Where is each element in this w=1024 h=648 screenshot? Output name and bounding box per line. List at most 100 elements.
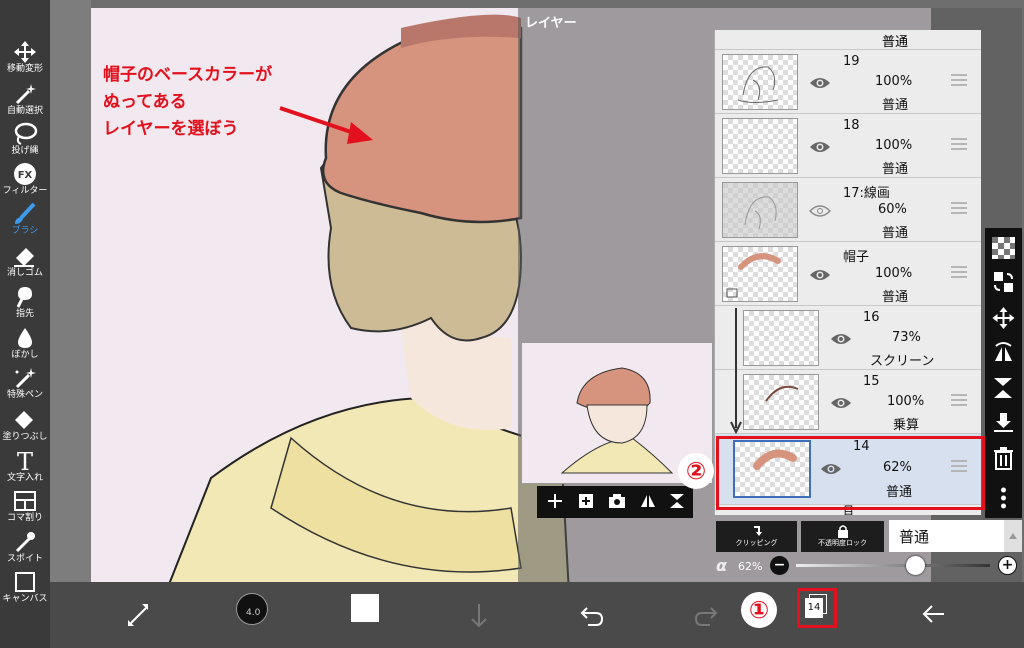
layer-opacity: 60% [878, 202, 907, 217]
tool-label: 自動選択 [6, 106, 43, 116]
alpha-symbol: α [716, 556, 727, 575]
flip-vertical-icon[interactable] [991, 376, 1016, 400]
step-marker-2: ② [678, 453, 714, 489]
flip-vertical-icon[interactable] [667, 492, 687, 510]
tool-label: 移動変形 [6, 64, 43, 74]
drag-handle-icon[interactable] [951, 74, 967, 86]
annotation-arrow [279, 106, 373, 144]
tool-finger[interactable]: 指先 [0, 281, 50, 323]
transform-tool-icon[interactable] [124, 594, 152, 634]
eye-icon[interactable] [809, 76, 831, 90]
tool-text[interactable]: T 文字入れ [0, 445, 50, 487]
download-arrow-icon[interactable] [468, 594, 490, 634]
layer-blend-mode: 普通 [882, 162, 909, 177]
opacity-decrease-button[interactable]: − [770, 556, 789, 575]
layer-row[interactable]: 16 73% スクリーン [715, 306, 981, 370]
layer-folder-row[interactable]: 帽子 100% 普通 [715, 242, 981, 306]
tool-label: キャンバス [2, 594, 48, 604]
layer-opacity: 100% [875, 74, 913, 89]
layer-row[interactable]: 17:線画 60% 普通 [715, 178, 981, 242]
annotation-line-3: レイヤーを選ぼう [103, 119, 239, 139]
tool-label: 文字入れ [6, 473, 43, 483]
layers-button[interactable]: 14 [805, 594, 829, 620]
alpha-lock-button[interactable]: 不透明度ロック [801, 521, 884, 552]
tool-frame-divider[interactable]: コマ割り [0, 485, 50, 527]
tool-blur[interactable]: ぼかし [0, 322, 50, 364]
drag-handle-icon[interactable] [951, 138, 967, 150]
layer-name: 15 [863, 374, 880, 389]
navigator-toolbar [537, 486, 693, 518]
tool-brush[interactable]: ブラシ [0, 198, 50, 240]
tool-canvas[interactable]: キャンバス [0, 566, 50, 608]
tool-label: 投げ縄 [11, 146, 39, 156]
layer-name: 帽子 [843, 250, 870, 265]
more-vertical-icon[interactable] [991, 486, 1016, 510]
tool-lasso[interactable]: 投げ縄 [0, 118, 50, 160]
frame-divider-icon [14, 491, 36, 511]
magic-wand-icon [15, 84, 36, 105]
opacity-increase-button[interactable]: + [998, 556, 1017, 575]
tool-label: 指先 [15, 309, 34, 319]
camera-icon[interactable] [607, 492, 627, 510]
brush-icon [15, 202, 36, 224]
layer-copy-icon[interactable] [991, 270, 1016, 294]
checkerboard-icon[interactable] [991, 236, 1016, 260]
opacity-slider[interactable] [796, 564, 990, 567]
dropdown-arrow[interactable] [1004, 520, 1022, 552]
layer-row[interactable]: 15 100% 乗算 [715, 370, 981, 434]
clipping-bracket [730, 308, 742, 435]
eye-icon[interactable] [809, 204, 831, 218]
flip-horizontal-icon[interactable] [638, 492, 658, 510]
eye-icon[interactable] [830, 332, 852, 346]
eye-icon[interactable] [809, 140, 831, 154]
tool-eyedropper[interactable]: スポイト [0, 526, 50, 568]
annotation-line-2: ぬってある [103, 92, 187, 112]
tool-special-pen[interactable]: 特殊ペン [0, 362, 50, 404]
layer-opacity: 100% [875, 266, 913, 281]
drag-handle-icon[interactable] [951, 202, 967, 214]
layer-name: 16 [863, 310, 880, 325]
tool-move-transform[interactable]: 移動変形 [0, 36, 50, 78]
layer-row[interactable]: 18 100% 普通 [715, 114, 981, 178]
undo-icon[interactable] [579, 594, 605, 634]
move-icon [14, 41, 36, 63]
tool-label: ブラシ [11, 226, 39, 236]
selected-layer-highlight [716, 436, 985, 510]
layer-thumbnail [722, 182, 798, 238]
layer-name: 18 [843, 118, 860, 133]
clipping-button[interactable]: クリッピング [716, 521, 797, 552]
eye-icon[interactable] [830, 396, 852, 410]
layer-row-partial[interactable]: 普通 [715, 30, 981, 50]
color-swatch[interactable] [351, 594, 379, 622]
brush-size-button[interactable]: 4.0 [236, 593, 268, 625]
drag-handle-icon[interactable] [951, 394, 967, 406]
move-icon[interactable] [991, 306, 1016, 330]
svg-text:T: T [17, 449, 33, 473]
layer-thumbnail [722, 54, 798, 110]
tool-fill[interactable]: 塗りつぶし [0, 404, 50, 446]
merge-down-icon[interactable] [991, 411, 1016, 435]
redo-icon[interactable] [693, 594, 719, 634]
layers-icon: 14 [805, 598, 823, 618]
tool-filter[interactable]: FX フィルター [0, 158, 50, 200]
annotation-line-1: 帽子のベースカラーが [103, 65, 273, 85]
drag-handle-icon[interactable] [951, 266, 967, 278]
tool-auto-select[interactable]: 自動選択 [0, 78, 50, 120]
tool-eraser[interactable]: 消しゴム [0, 240, 50, 282]
blend-mode-select[interactable]: 普通 [889, 520, 1022, 552]
layer-row[interactable]: 19 100% 普通 [715, 50, 981, 114]
back-arrow-icon[interactable] [920, 594, 948, 634]
step-marker-1: ① [741, 592, 777, 628]
tool-label: 塗りつぶし [2, 432, 48, 442]
layer-name: 19 [843, 54, 860, 69]
eye-icon[interactable] [809, 268, 831, 282]
alpha-lock-label: 不透明度ロック [818, 539, 867, 547]
add-layer-icon[interactable] [546, 492, 564, 510]
add-image-layer-icon[interactable] [577, 492, 595, 510]
layer-thumbnail [722, 118, 798, 174]
clipping-label: クリッピング [735, 539, 778, 547]
trash-icon[interactable] [991, 446, 1016, 470]
rotate-flip-icon[interactable] [991, 341, 1016, 365]
canvas-icon [15, 572, 35, 592]
sketch-thumbnail [737, 66, 779, 103]
